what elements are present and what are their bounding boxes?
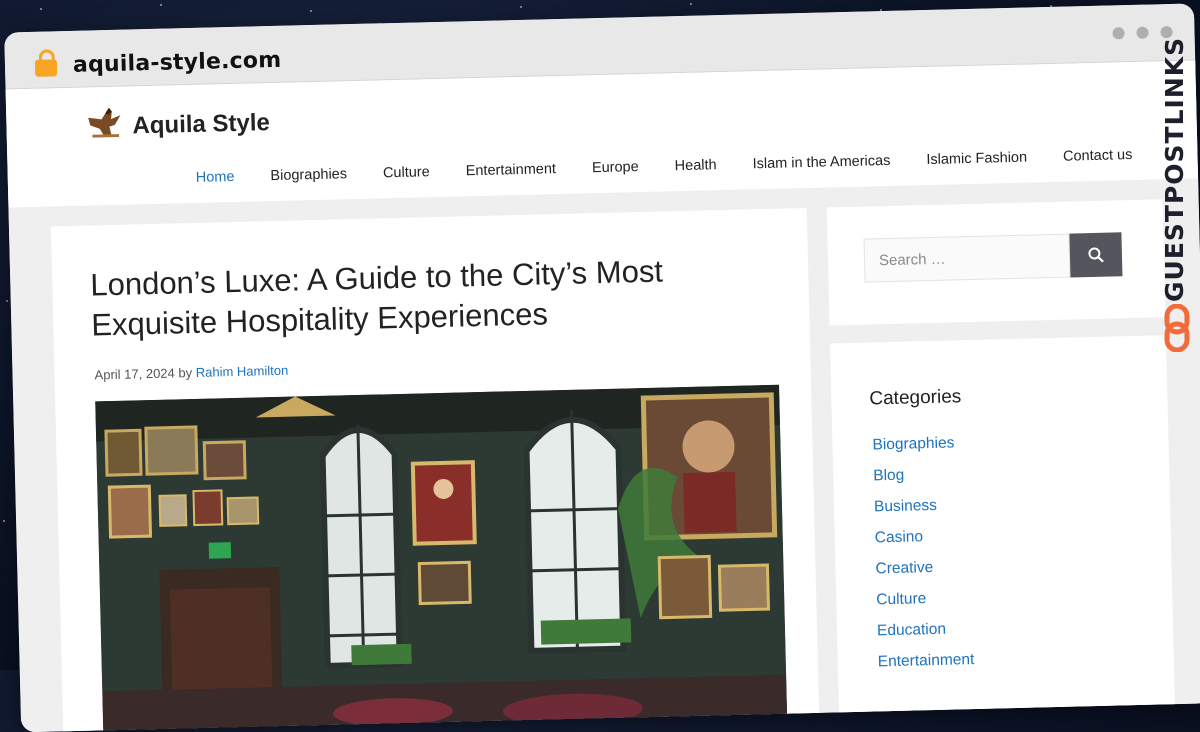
link-chain-icon: [1164, 304, 1190, 352]
post-by: by: [178, 365, 193, 381]
category-link[interactable]: Entertainment: [878, 651, 975, 684]
search-input[interactable]: [863, 233, 1071, 283]
category-link[interactable]: Casino: [875, 527, 972, 560]
post-title: London’s Luxe: A Guide to the City’s Mos…: [89, 253, 664, 343]
website: Aquila Style Home Biographies Culture En…: [5, 60, 1200, 732]
post-author-link[interactable]: Rahim Hamilton: [196, 363, 289, 380]
post-meta: April 17, 2024 by Rahim Hamilton: [94, 363, 288, 383]
search-icon: [1088, 247, 1104, 263]
article: London’s Luxe: A Guide to the City’s Mos…: [50, 207, 820, 732]
lock-icon: [34, 59, 58, 77]
browser-window: aquila-style.com Aquila Style Home Biogr…: [4, 3, 1200, 732]
category-link[interactable]: Education: [877, 620, 974, 653]
main-navigation: Home Biographies Culture Entertainment E…: [178, 147, 1151, 187]
nav-item-home[interactable]: Home: [178, 169, 253, 187]
site-title[interactable]: Aquila Style: [132, 109, 270, 140]
nav-item-islamic-fashion[interactable]: Islamic Fashion: [908, 149, 1045, 168]
badge-text: GUESTPOSTLINKS: [1160, 36, 1189, 302]
category-link[interactable]: Business: [874, 496, 971, 529]
categories-list: Biographies Blog Business Casino Creativ…: [872, 434, 975, 684]
nav-item-health[interactable]: Health: [657, 157, 735, 175]
categories-heading: Categories: [869, 386, 962, 410]
search-button[interactable]: [1069, 232, 1123, 278]
nav-item-contact-us[interactable]: Contact us: [1045, 147, 1151, 166]
nav-item-islam-in-the-americas[interactable]: Islam in the Americas: [734, 152, 908, 172]
category-link[interactable]: Biographies: [872, 434, 969, 467]
nav-item-entertainment[interactable]: Entertainment: [448, 161, 575, 180]
categories-widget: Categories Biographies Blog Business Cas…: [830, 335, 1177, 732]
nav-item-biographies[interactable]: Biographies: [252, 166, 365, 185]
search-widget: [826, 199, 1166, 326]
featured-image[interactable]: [95, 384, 788, 732]
nav-item-europe[interactable]: Europe: [574, 159, 657, 177]
window-dot-icon[interactable]: [1112, 27, 1125, 40]
nav-item-culture[interactable]: Culture: [365, 164, 448, 182]
category-link[interactable]: Creative: [875, 558, 972, 591]
category-link[interactable]: Blog: [873, 465, 970, 498]
window-dot-icon[interactable]: [1136, 26, 1149, 39]
post-date: April 17, 2024: [94, 365, 175, 383]
lounge-interior-illustration: [95, 384, 788, 732]
guestpostlinks-badge: GUESTPOSTLINKS: [1154, 36, 1200, 352]
url-text[interactable]: aquila-style.com: [73, 48, 282, 78]
eagle-logo-icon[interactable]: [86, 105, 125, 142]
category-link[interactable]: Culture: [876, 589, 973, 622]
